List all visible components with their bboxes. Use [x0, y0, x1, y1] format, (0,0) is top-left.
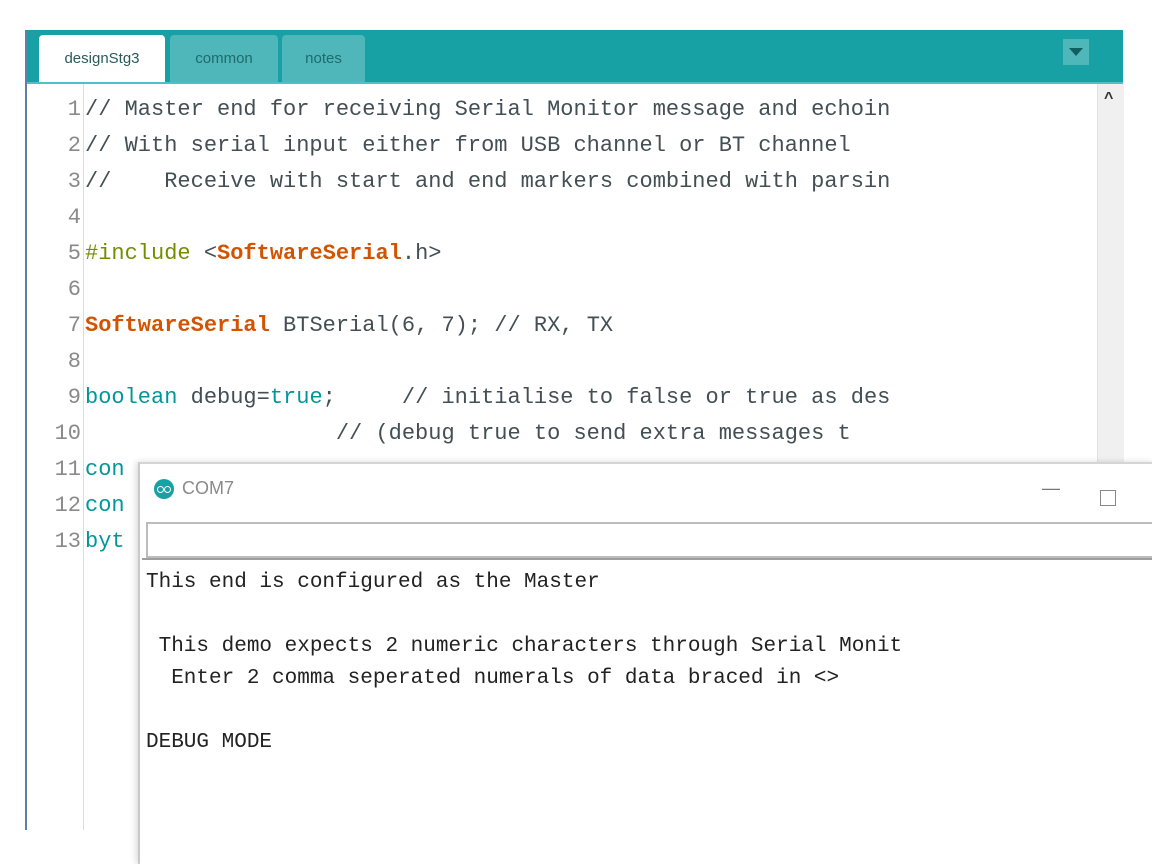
line-number: 6 — [67, 277, 81, 302]
code-token: BTSerial(6, 7); // RX, TX — [269, 313, 614, 338]
serial-output-line: This end is configured as the Master — [146, 571, 600, 594]
tab-designstg3[interactable]: designStg3 — [39, 35, 165, 82]
serial-output-line: DEBUG MODE — [146, 731, 273, 754]
code-token: < — [203, 241, 218, 266]
serial-output-line: This demo expects 2 numeric characters t… — [146, 635, 903, 658]
code-line[interactable]: 4 — [27, 200, 1097, 236]
code-token-keyword: SoftwareSerial — [217, 241, 402, 266]
code-text: // With serial input either from USB cha… — [85, 128, 1095, 164]
serial-monitor-window: COM7 — This end is configured as the Mas… — [138, 462, 1152, 864]
tab-menu-dropdown-icon[interactable] — [1063, 39, 1089, 65]
code-token: // Master end for receiving Serial Monit… — [85, 97, 891, 122]
line-number: 9 — [67, 385, 81, 410]
serial-send-input[interactable] — [146, 522, 1152, 558]
code-text: // Master end for receiving Serial Monit… — [85, 92, 1095, 128]
line-number: 12 — [54, 493, 81, 518]
code-token-keyword: true — [269, 385, 323, 410]
code-token-keyword: con — [85, 457, 125, 482]
code-token-keyword: #include — [85, 241, 204, 266]
line-number: 8 — [67, 349, 81, 374]
code-token-keyword: SoftwareSerial — [85, 313, 270, 338]
tab-common[interactable]: common — [170, 35, 278, 82]
line-number: 13 — [54, 529, 81, 554]
line-number: 1 — [67, 97, 81, 122]
code-token-keyword: con — [85, 493, 125, 518]
code-token-keyword: boolean — [85, 385, 178, 410]
serial-monitor-title: COM7 — [182, 478, 235, 498]
line-number: 11 — [54, 457, 81, 482]
code-token: // Receive with start and end markers co… — [85, 169, 891, 194]
code-token: // With serial input either from USB cha… — [85, 133, 851, 158]
code-line[interactable]: 8 — [27, 344, 1097, 380]
maximize-button[interactable] — [1100, 490, 1116, 506]
tab-bar: designStg3 common notes — [27, 30, 1123, 84]
tab-notes[interactable]: notes — [282, 35, 365, 82]
line-number: 10 — [54, 421, 81, 446]
code-token: // (debug true to send extra messages t — [85, 421, 851, 446]
code-token: .h> — [401, 241, 442, 266]
serial-monitor-titlebar[interactable]: COM7 — — [140, 464, 1152, 514]
code-token-keyword: byt — [85, 529, 125, 554]
code-line[interactable]: 7 SoftwareSerial BTSerial(6, 7); // RX, T… — [27, 308, 1097, 344]
line-number: 2 — [67, 133, 81, 158]
line-number: 5 — [67, 241, 81, 266]
code-text: SoftwareSerial BTSerial(6, 7); // RX, TX — [85, 308, 1095, 344]
code-text: #include <SoftwareSerial.h> — [85, 236, 1095, 272]
scroll-up-icon[interactable]: ^ — [1104, 90, 1113, 108]
code-line[interactable]: 6 — [27, 272, 1097, 308]
line-number: 4 — [67, 205, 81, 230]
serial-output-line: Enter 2 comma seperated numerals of data… — [146, 667, 840, 690]
code-line[interactable]: 2// With serial input either from USB ch… — [27, 128, 1097, 164]
code-line[interactable]: 5 #include <SoftwareSerial.h> — [27, 236, 1097, 272]
code-token: ; // initialise to false or true as des — [322, 385, 891, 410]
minimize-button[interactable]: — — [1042, 478, 1060, 499]
code-line[interactable]: 9 boolean debug=true; // initialise to fa… — [27, 380, 1097, 416]
code-line[interactable]: 1// Master end for receiving Serial Moni… — [27, 92, 1097, 128]
line-number: 3 — [67, 169, 81, 194]
serial-output-area[interactable]: This end is configured as the Master Thi… — [142, 558, 1152, 860]
code-line[interactable]: 10 // (debug true to send extra messages… — [27, 416, 1097, 452]
code-line[interactable]: 3// Receive with start and end markers c… — [27, 164, 1097, 200]
code-text: boolean debug=true; // initialise to fal… — [85, 380, 1095, 416]
arduino-logo-icon — [154, 479, 174, 499]
line-number: 7 — [67, 313, 81, 338]
code-text: // (debug true to send extra messages t — [85, 416, 1095, 452]
code-token: debug= — [177, 385, 270, 410]
code-text: // Receive with start and end markers co… — [85, 164, 1095, 200]
editor-vertical-scrollbar[interactable]: ^ — [1097, 84, 1124, 464]
